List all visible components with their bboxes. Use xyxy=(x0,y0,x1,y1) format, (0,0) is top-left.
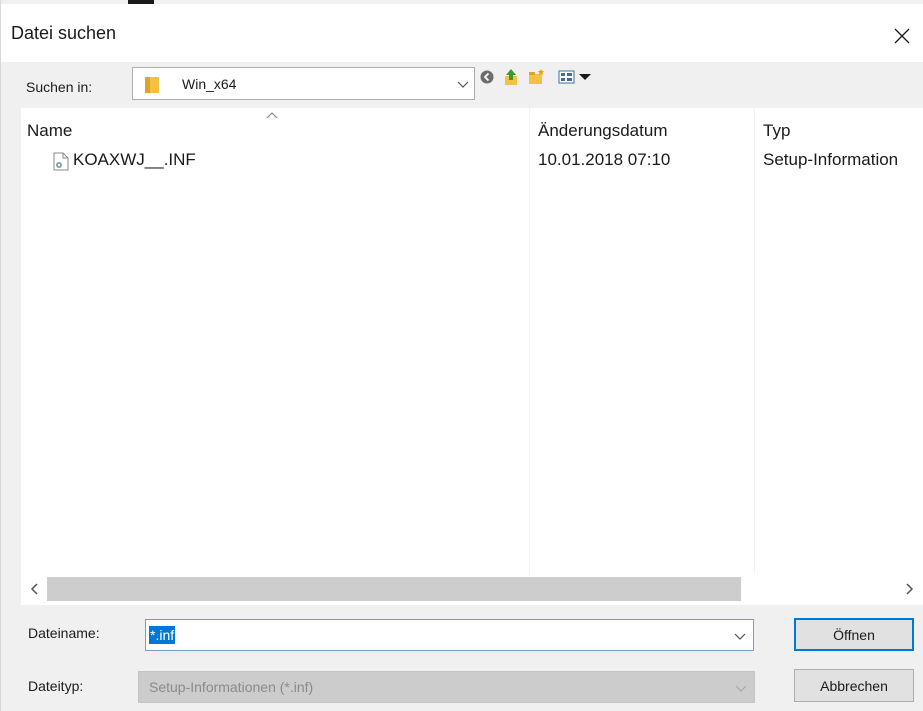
file-type: Setup-Information xyxy=(763,150,899,169)
column-divider xyxy=(529,108,530,574)
filename-value: *.inf xyxy=(149,626,176,644)
chevron-down-icon xyxy=(735,685,747,692)
up-folder-icon[interactable] xyxy=(503,68,519,86)
horizontal-scrollbar[interactable] xyxy=(21,573,923,605)
filetype-label: Dateityp: xyxy=(28,678,84,694)
file-name: KOAXWJ__.INF xyxy=(73,150,196,169)
chevron-down-icon[interactable] xyxy=(733,629,747,643)
folder-icon xyxy=(145,77,159,93)
column-header-name[interactable]: Name xyxy=(27,121,72,141)
file-open-dialog: Datei suchen Suchen in: Win_x64 Name Änd… xyxy=(0,0,923,711)
filename-label: Dateiname: xyxy=(28,625,100,641)
column-header-type[interactable]: Typ xyxy=(763,121,790,141)
look-in-label: Suchen in: xyxy=(26,79,93,95)
cancel-button[interactable]: Abbrechen xyxy=(794,669,914,702)
column-divider xyxy=(754,108,755,574)
view-menu-icon[interactable] xyxy=(558,68,594,86)
file-list[interactable]: Name Änderungsdatum Typ KOAXWJ__.INF 10.… xyxy=(21,108,923,604)
scroll-right-icon[interactable] xyxy=(904,581,916,597)
filename-input[interactable]: *.inf xyxy=(145,619,754,651)
scrollbar-thumb[interactable] xyxy=(47,577,741,601)
chevron-down-icon xyxy=(457,81,469,88)
look-in-dropdown[interactable]: Win_x64 xyxy=(132,67,475,100)
new-folder-icon[interactable] xyxy=(528,68,545,86)
window-title: Datei suchen xyxy=(11,23,117,43)
close-icon xyxy=(894,28,910,44)
filetype-value: Setup-Informationen (*.inf) xyxy=(149,679,314,695)
back-icon[interactable] xyxy=(479,68,495,86)
table-row[interactable]: KOAXWJ__.INF 10.01.2018 07:10 Setup-Info… xyxy=(53,150,923,172)
column-header-modified[interactable]: Änderungsdatum xyxy=(538,121,667,141)
title-bar: Datei suchen xyxy=(1,4,923,62)
look-in-value: Win_x64 xyxy=(182,76,237,92)
filetype-dropdown[interactable]: Setup-Informationen (*.inf) xyxy=(138,671,755,703)
open-button[interactable]: Öffnen xyxy=(794,618,914,651)
file-modified: 10.01.2018 07:10 xyxy=(538,150,671,169)
scroll-left-icon[interactable] xyxy=(28,581,40,597)
close-button[interactable] xyxy=(880,14,923,58)
sort-ascending-icon xyxy=(266,112,278,119)
setup-file-icon xyxy=(53,152,69,171)
